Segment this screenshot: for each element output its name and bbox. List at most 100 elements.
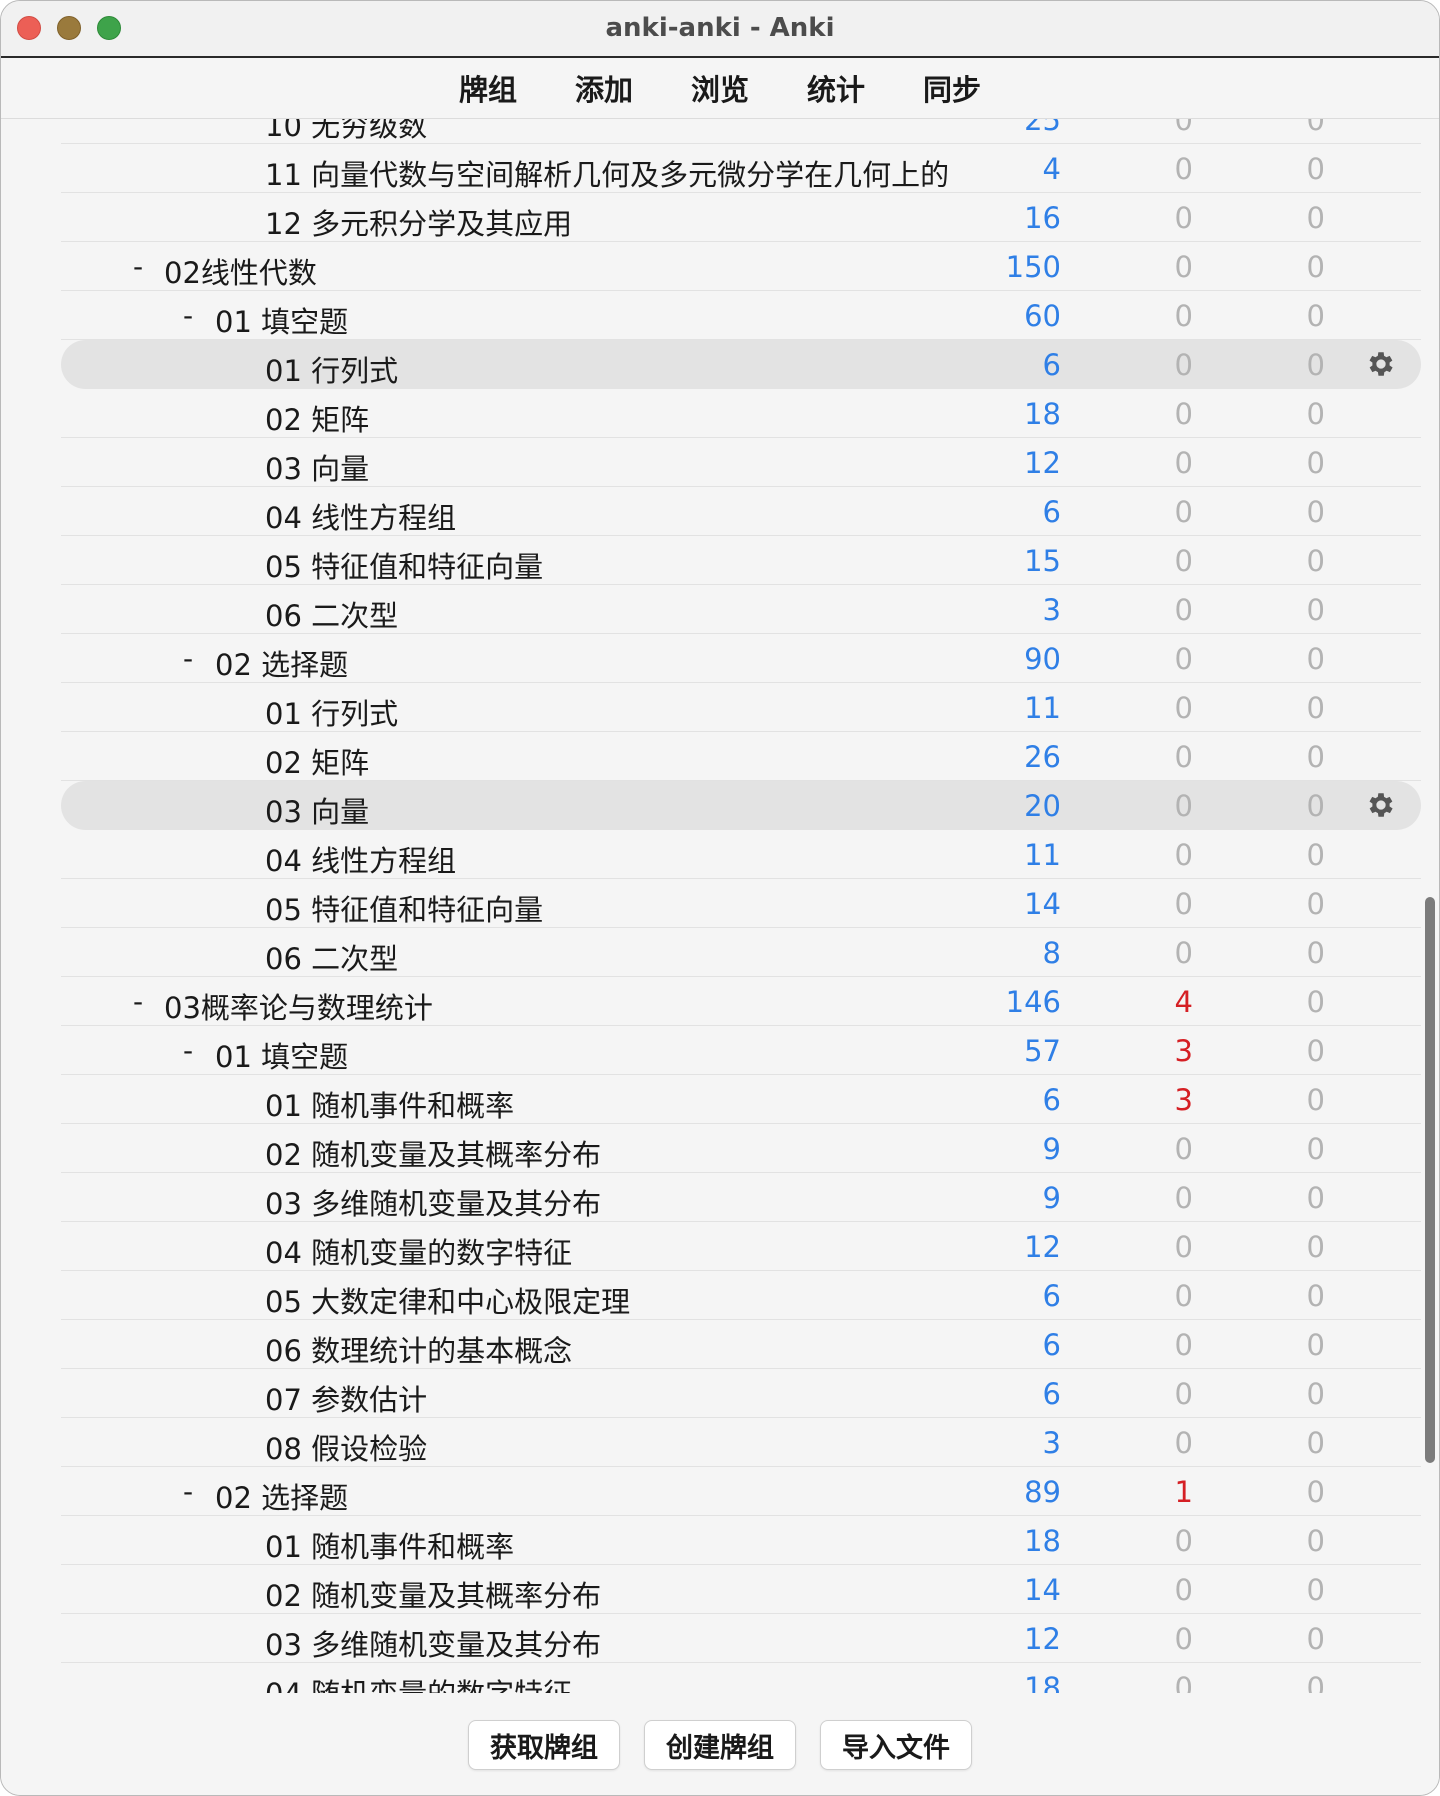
due-count: 0 <box>1306 250 1325 284</box>
deck-name[interactable]: 02 选择题 <box>215 642 348 684</box>
deck-name[interactable]: 03 多维随机变量及其分布 <box>265 1622 601 1664</box>
deck-name[interactable]: 03 向量 <box>265 789 369 831</box>
gear-icon[interactable] <box>1365 348 1397 380</box>
deck-name[interactable]: 05 大数定律和中心极限定理 <box>265 1279 630 1321</box>
deck-row[interactable]: -01 填空题 57 3 0 <box>61 1026 1421 1075</box>
deck-row[interactable]: 04 随机变量的数字特征 18 0 0 <box>61 1663 1421 1693</box>
deck-list[interactable]: 10 无穷级数 25 0 0 11 向量代数与空间解析几何及多元微分学在几何上的 4 0 0 1… <box>1 119 1439 1693</box>
deck-row[interactable]: -01 填空题 60 0 0 <box>61 291 1421 340</box>
deck-name[interactable]: 02 矩阵 <box>265 740 369 782</box>
deck-row[interactable]: 01 随机事件和概率 6 3 0 <box>61 1075 1421 1124</box>
deck-row[interactable]: 03 向量 12 0 0 <box>61 438 1421 487</box>
create-deck-button[interactable]: 创建牌组 <box>644 1720 796 1770</box>
deck-name[interactable]: 05 特征值和特征向量 <box>265 544 543 586</box>
collapse-toggle[interactable]: - <box>183 1475 193 1508</box>
deck-row[interactable]: 08 假设检验 3 0 0 <box>61 1418 1421 1467</box>
deck-row[interactable]: 05 大数定律和中心极限定理 6 0 0 <box>61 1271 1421 1320</box>
deck-row[interactable]: 10 无穷级数 25 0 0 <box>61 119 1421 144</box>
learn-count: 0 <box>1174 1279 1193 1313</box>
collapse-toggle[interactable]: - <box>133 250 143 283</box>
deck-name[interactable]: 04 线性方程组 <box>265 495 456 537</box>
deck-name[interactable]: 01 随机事件和概率 <box>265 1524 514 1566</box>
deck-name[interactable]: 04 线性方程组 <box>265 838 456 880</box>
deck-name[interactable]: 08 假设检验 <box>265 1426 427 1468</box>
learn-count: 4 <box>1174 985 1193 1019</box>
deck-name[interactable]: 02 随机变量及其概率分布 <box>265 1132 601 1174</box>
learn-count: 0 <box>1174 887 1193 921</box>
deck-row[interactable]: 03 多维随机变量及其分布 9 0 0 <box>61 1173 1421 1222</box>
deck-name[interactable]: 01 行列式 <box>265 348 398 390</box>
deck-name[interactable]: 01 填空题 <box>215 299 348 341</box>
due-count: 0 <box>1306 936 1325 970</box>
toolbar-decks[interactable]: 牌组 <box>459 67 517 109</box>
due-count: 0 <box>1306 1475 1325 1509</box>
get-shared-button[interactable]: 获取牌组 <box>468 1720 620 1770</box>
deck-row[interactable]: 03 多维随机变量及其分布 12 0 0 <box>61 1614 1421 1663</box>
deck-row[interactable]: 05 特征值和特征向量 14 0 0 <box>61 879 1421 928</box>
deck-row[interactable]: -02线性代数 150 0 0 <box>61 242 1421 291</box>
deck-row[interactable]: 04 随机变量的数字特征 12 0 0 <box>61 1222 1421 1271</box>
deck-name[interactable]: 03 向量 <box>265 446 369 488</box>
deck-name[interactable]: 02 随机变量及其概率分布 <box>265 1573 601 1615</box>
deck-name[interactable]: 03概率论与数理统计 <box>164 985 433 1027</box>
deck-name[interactable]: 02 矩阵 <box>265 397 369 439</box>
deck-row[interactable]: 04 线性方程组 6 0 0 <box>61 487 1421 536</box>
deck-name[interactable]: 06 二次型 <box>265 936 398 978</box>
due-count: 0 <box>1306 299 1325 333</box>
deck-row[interactable]: 11 向量代数与空间解析几何及多元微分学在几何上的 4 0 0 <box>61 144 1421 193</box>
deck-name[interactable]: 02线性代数 <box>164 250 317 292</box>
deck-name[interactable]: 11 向量代数与空间解析几何及多元微分学在几何上的 <box>265 152 949 194</box>
toolbar-sync[interactable]: 同步 <box>923 67 981 109</box>
deck-name[interactable]: 03 多维随机变量及其分布 <box>265 1181 601 1223</box>
deck-row[interactable]: 02 随机变量及其概率分布 9 0 0 <box>61 1124 1421 1173</box>
deck-row[interactable]: 07 参数估计 6 0 0 <box>61 1369 1421 1418</box>
deck-name[interactable]: 01 填空题 <box>215 1034 348 1076</box>
deck-row[interactable]: 06 二次型 8 0 0 <box>61 928 1421 977</box>
deck-name[interactable]: 04 随机变量的数字特征 <box>265 1230 572 1272</box>
deck-row[interactable]: -02 选择题 90 0 0 <box>61 634 1421 683</box>
deck-row[interactable]: 01 行列式 6 0 0 <box>61 340 1421 389</box>
deck-name[interactable]: 06 数理统计的基本概念 <box>265 1328 572 1370</box>
deck-row[interactable]: 06 二次型 3 0 0 <box>61 585 1421 634</box>
gear-icon[interactable] <box>1365 789 1397 821</box>
new-count: 15 <box>1024 544 1061 578</box>
deck-name[interactable]: 06 二次型 <box>265 593 398 635</box>
due-count: 0 <box>1306 1230 1325 1264</box>
deck-name[interactable]: 07 参数估计 <box>265 1377 427 1419</box>
deck-name[interactable]: 10 无穷级数 <box>265 119 427 145</box>
collapse-toggle[interactable]: - <box>183 299 193 332</box>
deck-name[interactable]: 04 随机变量的数字特征 <box>265 1671 572 1693</box>
deck-name[interactable]: 12 多元积分学及其应用 <box>265 201 572 243</box>
deck-row[interactable]: 04 线性方程组 11 0 0 <box>61 830 1421 879</box>
deck-row[interactable]: 02 矩阵 18 0 0 <box>61 389 1421 438</box>
deck-row[interactable]: 12 多元积分学及其应用 16 0 0 <box>61 193 1421 242</box>
learn-count: 1 <box>1174 1475 1193 1509</box>
deck-row[interactable]: -03概率论与数理统计 146 4 0 <box>61 977 1421 1026</box>
deck-row[interactable]: -02 选择题 89 1 0 <box>61 1467 1421 1516</box>
deck-row[interactable]: 02 矩阵 26 0 0 <box>61 732 1421 781</box>
deck-row[interactable]: 06 数理统计的基本概念 6 0 0 <box>61 1320 1421 1369</box>
toolbar-browse[interactable]: 浏览 <box>691 67 749 109</box>
footer-bar: 获取牌组 创建牌组 导入文件 <box>1 1693 1439 1795</box>
due-count: 0 <box>1306 544 1325 578</box>
learn-count: 0 <box>1174 152 1193 186</box>
collapse-toggle[interactable]: - <box>183 1034 193 1067</box>
toolbar-stats[interactable]: 统计 <box>807 67 865 109</box>
deck-row[interactable]: 05 特征值和特征向量 15 0 0 <box>61 536 1421 585</box>
deck-name[interactable]: 02 选择题 <box>215 1475 348 1517</box>
deck-name[interactable]: 01 行列式 <box>265 691 398 733</box>
collapse-toggle[interactable]: - <box>133 985 143 1018</box>
deck-row[interactable]: 01 行列式 11 0 0 <box>61 683 1421 732</box>
deck-name[interactable]: 01 随机事件和概率 <box>265 1083 514 1125</box>
deck-row[interactable]: 02 随机变量及其概率分布 14 0 0 <box>61 1565 1421 1614</box>
deck-row[interactable]: 03 向量 20 0 0 <box>61 781 1421 830</box>
collapse-toggle[interactable]: - <box>183 642 193 675</box>
due-count: 0 <box>1306 1328 1325 1362</box>
deck-row[interactable]: 01 随机事件和概率 18 0 0 <box>61 1516 1421 1565</box>
toolbar-add[interactable]: 添加 <box>575 67 633 109</box>
new-count: 11 <box>1024 838 1061 872</box>
vertical-scrollbar[interactable] <box>1425 897 1435 1463</box>
deck-name[interactable]: 05 特征值和特征向量 <box>265 887 543 929</box>
import-file-button[interactable]: 导入文件 <box>820 1720 972 1770</box>
learn-count: 0 <box>1174 740 1193 774</box>
